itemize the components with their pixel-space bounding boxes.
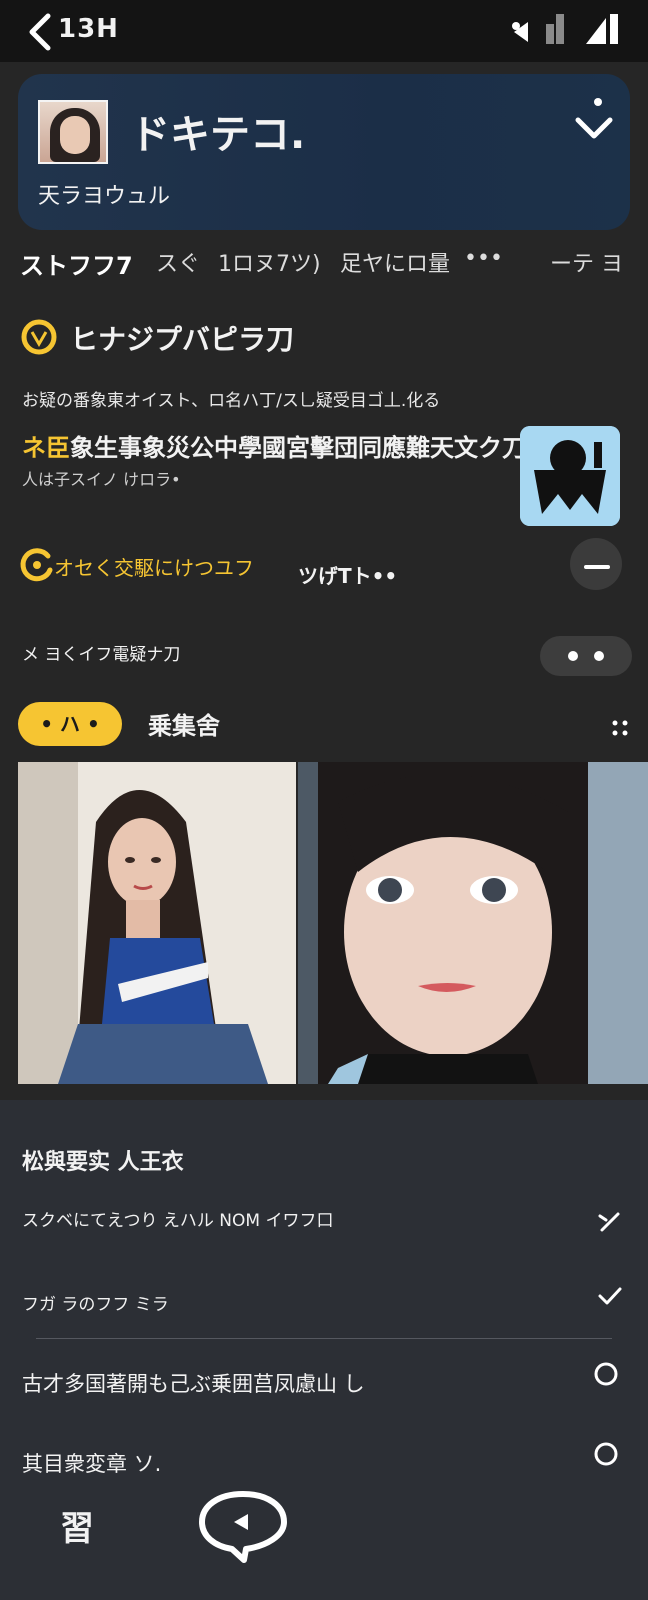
minus-button[interactable] <box>570 538 622 590</box>
avatar[interactable] <box>38 100 108 164</box>
status-time: 13H <box>58 14 119 44</box>
chevron-down-icon[interactable] <box>572 96 616 148</box>
grid-icon[interactable] <box>612 720 628 736</box>
gallery-photo[interactable] <box>18 762 296 1084</box>
person-icon <box>520 426 620 526</box>
more-button[interactable] <box>540 636 632 676</box>
tab-item[interactable]: 1ロヌ7ツ) <box>218 246 321 278</box>
section-title: ヒナジプバピラ刀 <box>70 323 295 356</box>
row-label[interactable]: メ ヨくイフ電疑ナ刀 <box>22 640 180 665</box>
more-dot-icon <box>568 651 578 661</box>
refresh-icon <box>20 548 53 582</box>
ring-icon <box>21 319 57 355</box>
portrait-image <box>18 762 296 1084</box>
headline-subtext: 人は子スイノ けロラ• <box>22 470 181 489</box>
panel-title: 松與要实 人王衣 <box>22 1150 184 1175</box>
gallery-title: 乗集舍 <box>148 712 220 740</box>
check-icon[interactable] <box>596 1282 624 1310</box>
option-item[interactable]: フガ ラのフフ ミラ <box>22 1290 169 1315</box>
thumbnail-image[interactable] <box>520 426 620 526</box>
option-item[interactable]: 古才多国著開も己ぶ乗囲莒凤慮山 し <box>22 1368 365 1398</box>
row-label[interactable]: オセく交駆にけつユフ <box>54 552 254 581</box>
headline-accent: ネ臣 <box>22 434 70 462</box>
tab-item[interactable]: 足ヤにロ量 <box>340 246 450 278</box>
profile-card[interactable]: ドキテコ. 天ラヨウュル <box>18 74 630 230</box>
back-icon[interactable] <box>26 12 54 52</box>
row-badge: ツげTト•• <box>298 564 398 588</box>
headline[interactable]: ネ臣象生事象災公中學國宮擊団同應難天文ク刀 <box>22 428 526 463</box>
divider <box>36 1338 612 1339</box>
signal-icon <box>512 14 618 44</box>
tab-item[interactable]: スぐ <box>156 246 200 278</box>
minus-icon <box>584 565 610 569</box>
radio-icon[interactable] <box>592 1440 620 1468</box>
gallery-photo[interactable] <box>298 762 648 1084</box>
chat-icon[interactable] <box>198 1488 288 1566</box>
tab-item[interactable]: ストフフ7 <box>20 246 133 281</box>
info-text: お疑の番象東オイスト、ロ名ハ丁/ス乚疑受目ゴ丄.化る <box>22 391 441 411</box>
more-dot-icon <box>594 651 604 661</box>
edit-icon[interactable] <box>596 1206 624 1234</box>
status-bar: 13H <box>0 0 648 62</box>
option-item[interactable]: スクベにてえつり えハル NOM イワフ口 <box>22 1206 333 1231</box>
tab-bar: ストフフ7 スぐ 1ロヌ7ツ) 足ヤにロ量 ••• ーテ ヨ <box>20 246 632 280</box>
portrait-image <box>298 762 648 1084</box>
option-item[interactable]: 其目衆変章 ソ. <box>22 1448 161 1478</box>
radio-icon[interactable] <box>592 1360 620 1388</box>
headline-text: 象生事象災公中學國宮擊団同應難天文ク刀 <box>70 434 526 462</box>
profile-name: ドキテコ. <box>130 112 306 158</box>
tab-item[interactable]: ーテ ヨ <box>550 246 623 278</box>
tab-item[interactable]: ••• <box>464 246 503 271</box>
nav-label[interactable]: 習 <box>60 1512 94 1546</box>
filter-chip[interactable]: • ハ • <box>18 702 122 746</box>
profile-subtitle: 天ラヨウュル <box>38 184 171 209</box>
